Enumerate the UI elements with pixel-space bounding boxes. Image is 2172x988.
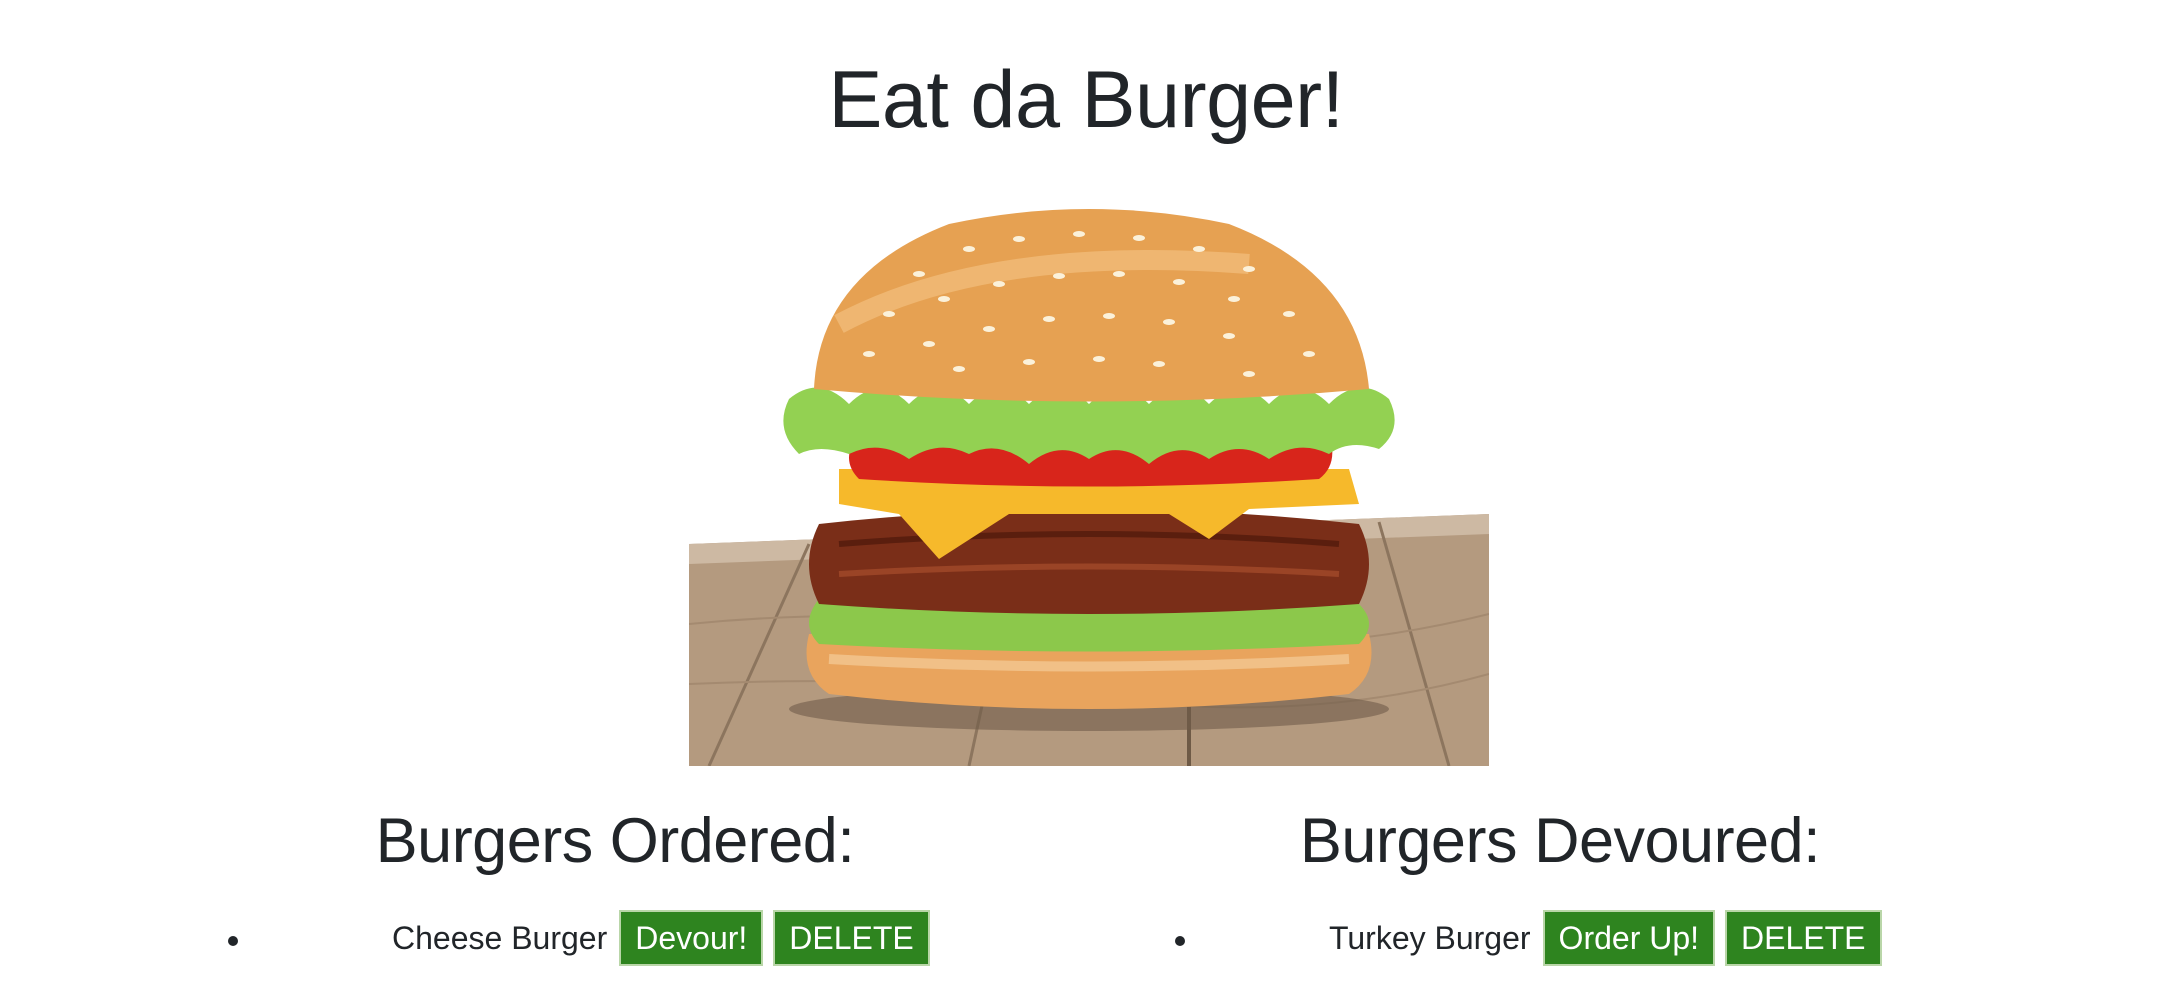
burger-name: Turkey Burger xyxy=(1329,919,1531,956)
bullet-icon xyxy=(1175,936,1185,946)
delete-button[interactable]: DELETE xyxy=(1725,910,1882,966)
devoured-list: Turkey Burger Order Up! DELETE xyxy=(0,908,1882,968)
list-item: Turkey Burger Order Up! DELETE xyxy=(0,908,1882,968)
page: Eat da Burger! Burgers Ordered: Burgers … xyxy=(0,0,2172,988)
burger-image xyxy=(689,204,1489,766)
devoured-heading: Burgers Devoured: xyxy=(1299,806,1821,876)
page-title: Eat da Burger! xyxy=(828,55,1344,145)
order-up-button[interactable]: Order Up! xyxy=(1542,910,1716,966)
